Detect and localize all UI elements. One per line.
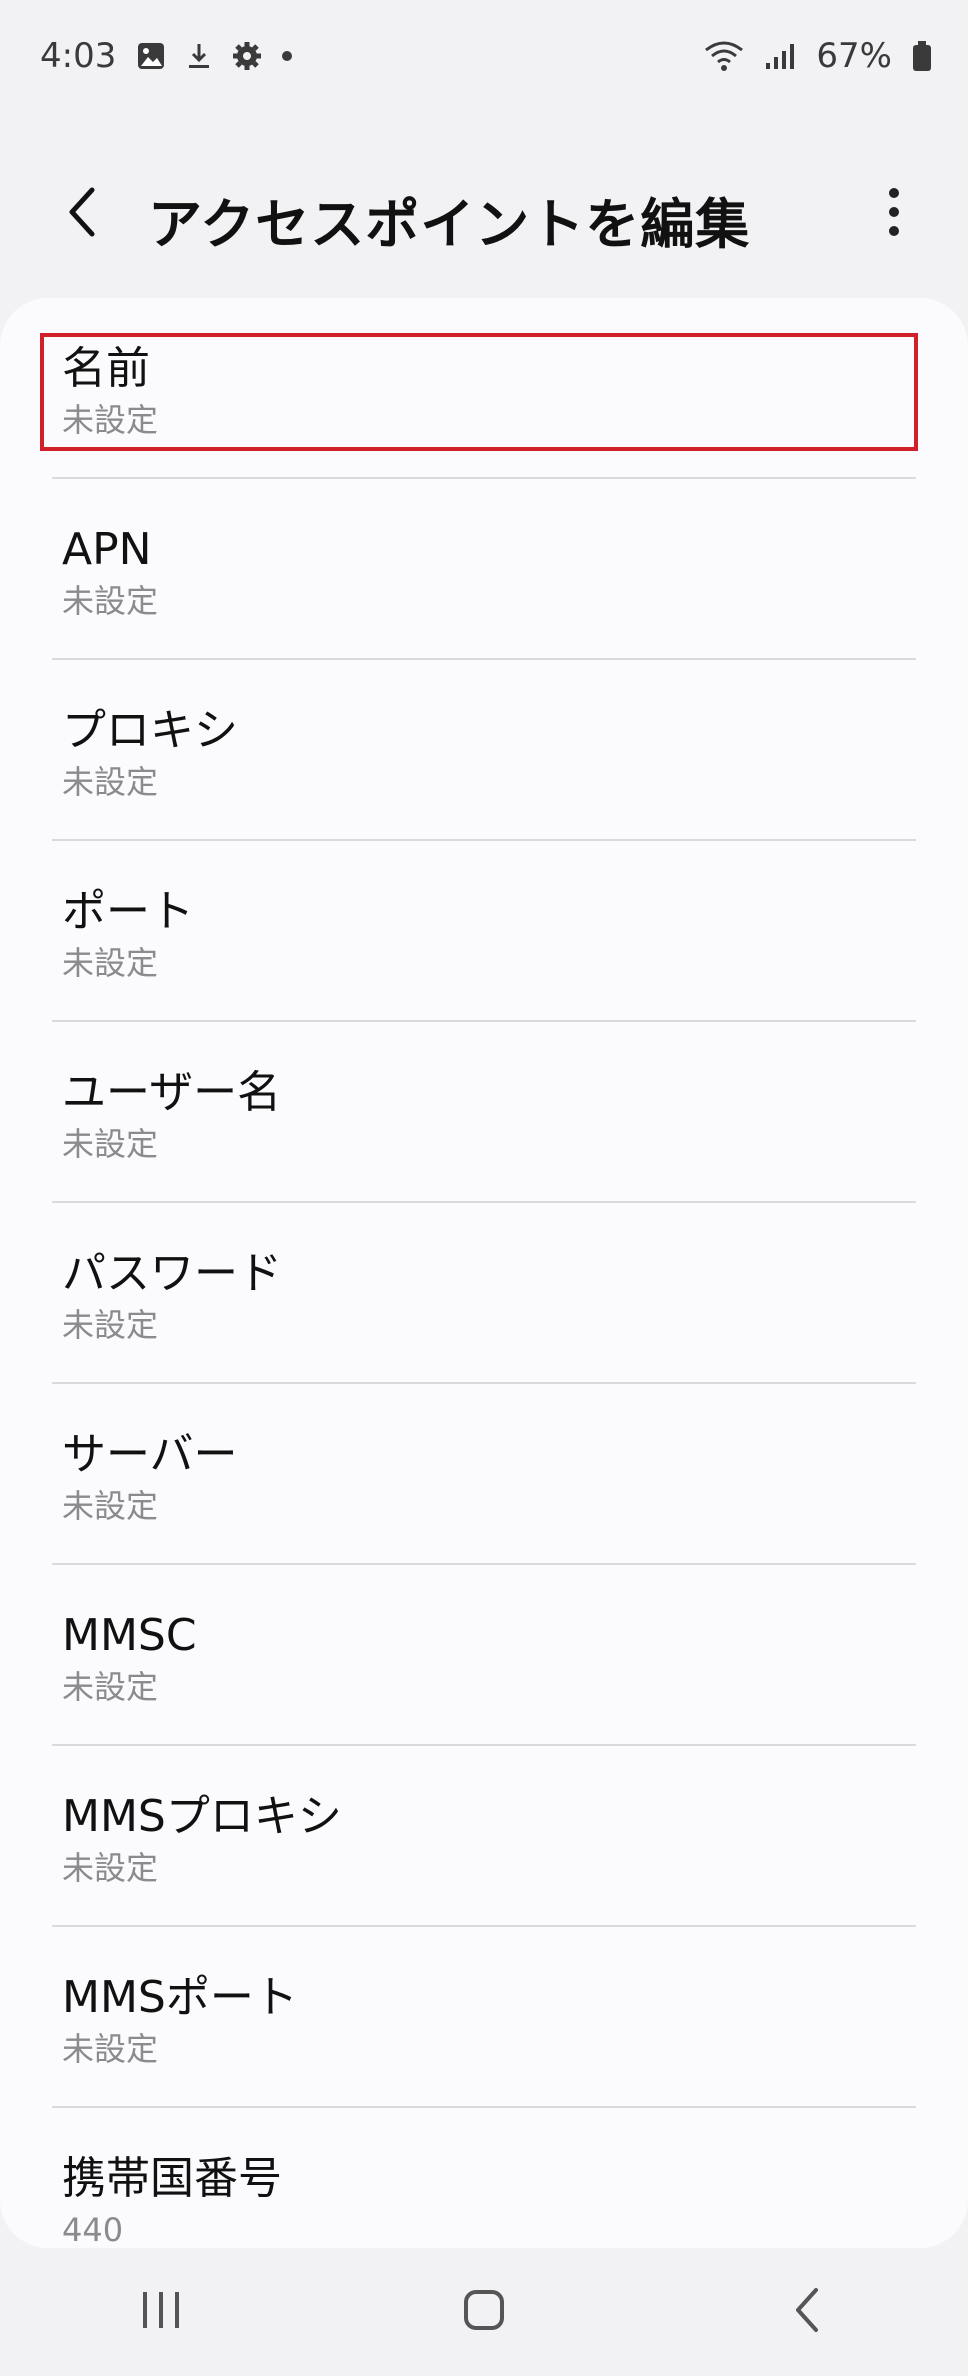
battery-icon	[912, 40, 932, 72]
item-title: ユーザー名	[62, 1067, 282, 1118]
item-value: 未設定	[62, 401, 159, 439]
recent-apps-icon	[139, 2288, 183, 2336]
item-title: MMSプロキシ	[62, 1791, 342, 1842]
item-value: 未設定	[62, 1668, 159, 1706]
gallery-icon	[136, 41, 166, 71]
list-item-mms-port[interactable]: MMSポート 未設定	[0, 1927, 968, 2108]
item-value: 未設定	[62, 1306, 159, 1344]
status-bar: 4:03 67%	[0, 0, 968, 112]
status-time: 4:03	[40, 36, 117, 76]
item-title: APN	[62, 524, 152, 575]
notification-dot-icon	[282, 51, 293, 61]
item-title: MMSポート	[62, 1972, 298, 2023]
home-button[interactable]	[424, 2272, 544, 2352]
list-item-apn[interactable]: APN 未設定	[0, 479, 968, 660]
wifi-icon	[704, 40, 744, 72]
item-value: 未設定	[62, 1125, 159, 1163]
nav-back-button[interactable]	[747, 2272, 867, 2352]
download-icon	[186, 41, 212, 71]
navigation-bar	[0, 2248, 968, 2376]
battery-percent: 67%	[816, 36, 892, 76]
back-icon	[792, 2286, 822, 2338]
list-item-mcc[interactable]: 携帯国番号 440	[0, 2108, 968, 2248]
list-item-name[interactable]: 名前 未設定	[0, 298, 968, 479]
status-left: 4:03	[40, 36, 293, 76]
list-item-proxy[interactable]: プロキシ 未設定	[0, 660, 968, 841]
chevron-left-icon	[62, 184, 102, 244]
signal-icon	[764, 41, 796, 71]
list-item-username[interactable]: ユーザー名 未設定	[0, 1022, 968, 1203]
item-value: 440	[62, 2211, 124, 2248]
more-vertical-icon	[888, 187, 900, 241]
back-button[interactable]	[50, 182, 114, 246]
page-title: アクセスポイントを編集	[148, 193, 751, 256]
list-item-password[interactable]: パスワード 未設定	[0, 1203, 968, 1384]
item-value: 未設定	[62, 944, 159, 982]
settings-gear-icon	[232, 41, 262, 71]
more-options-button[interactable]	[872, 182, 916, 246]
item-title: ポート	[62, 886, 194, 937]
item-value: 未設定	[62, 582, 159, 620]
item-value: 未設定	[62, 2030, 159, 2068]
list-item-server[interactable]: サーバー 未設定	[0, 1384, 968, 1565]
item-title: パスワード	[62, 1248, 282, 1299]
item-value: 未設定	[62, 1849, 159, 1887]
item-title: 名前	[62, 343, 150, 394]
status-right: 67%	[704, 36, 932, 76]
item-title: サーバー	[62, 1429, 238, 1480]
recent-apps-button[interactable]	[101, 2272, 221, 2352]
settings-card: 名前 未設定 APN 未設定 プロキシ 未設定 ポート 未設定 ユーザー名 未設…	[0, 298, 968, 2248]
item-title: 携帯国番号	[62, 2153, 282, 2204]
item-title: プロキシ	[62, 705, 238, 756]
home-icon	[462, 2288, 506, 2336]
item-value: 未設定	[62, 1487, 159, 1525]
settings-list: 名前 未設定 APN 未設定 プロキシ 未設定 ポート 未設定 ユーザー名 未設…	[0, 298, 968, 2248]
item-title: MMSC	[62, 1610, 197, 1661]
list-item-port[interactable]: ポート 未設定	[0, 841, 968, 1022]
item-value: 未設定	[62, 763, 159, 801]
list-item-mms-proxy[interactable]: MMSプロキシ 未設定	[0, 1746, 968, 1927]
app-bar: アクセスポイントを編集	[0, 160, 968, 270]
list-item-mmsc[interactable]: MMSC 未設定	[0, 1565, 968, 1746]
